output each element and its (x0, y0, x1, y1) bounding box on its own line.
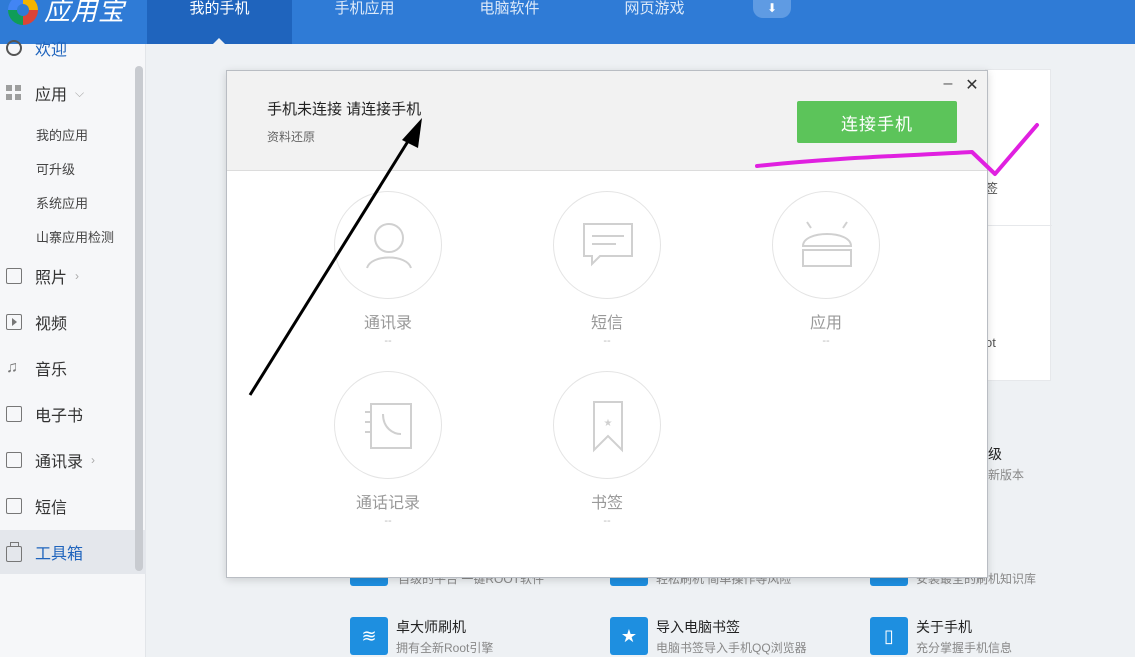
annotation-overlay (248, 118, 1039, 396)
arrow-annotation (248, 118, 422, 396)
underline-annotation (755, 123, 1039, 176)
